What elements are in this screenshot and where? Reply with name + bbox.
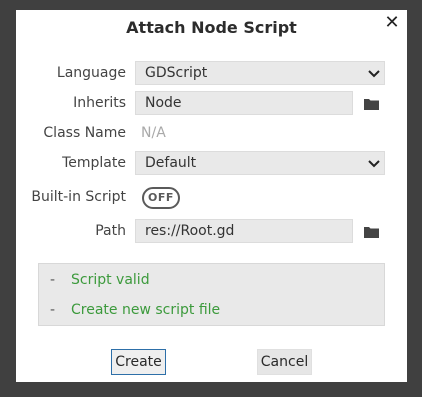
path-label: Path — [95, 223, 126, 239]
path-field[interactable]: res://Root.gd — [135, 219, 353, 243]
language-label: Language — [56, 65, 126, 81]
language-value: GDScript — [145, 65, 208, 81]
chevron-down-icon — [368, 70, 380, 78]
status-panel: - Script valid - Create new script file — [38, 263, 385, 326]
builtin-script-label: Built-in Script — [31, 189, 126, 205]
template-select[interactable]: Default — [135, 151, 385, 175]
cancel-button[interactable]: Cancel — [257, 349, 312, 375]
status-text-script-valid: Script valid — [71, 272, 150, 288]
status-dash: - — [50, 302, 56, 318]
inherits-value: Node — [145, 95, 182, 111]
attach-node-script-dialog: Attach Node Script ✕ Language GDScript I… — [16, 10, 407, 382]
create-button[interactable]: Create — [111, 349, 166, 375]
class-name-label: Class Name — [43, 125, 126, 141]
template-value: Default — [145, 155, 197, 171]
folder-icon[interactable] — [364, 98, 379, 110]
status-dash: - — [50, 272, 56, 288]
inherits-field[interactable]: Node — [135, 91, 353, 115]
dialog-title: Attach Node Script — [126, 18, 297, 37]
class-name-value: N/A — [141, 125, 166, 141]
folder-icon[interactable] — [364, 226, 379, 238]
status-text-create-file: Create new script file — [71, 302, 221, 318]
chevron-down-icon — [368, 160, 380, 168]
template-label: Template — [62, 155, 126, 171]
path-value: res://Root.gd — [145, 223, 235, 239]
close-icon[interactable]: ✕ — [383, 14, 401, 32]
language-select[interactable]: GDScript — [135, 61, 385, 85]
inherits-label: Inherits — [73, 95, 126, 111]
builtin-script-toggle[interactable]: OFF — [142, 187, 180, 209]
